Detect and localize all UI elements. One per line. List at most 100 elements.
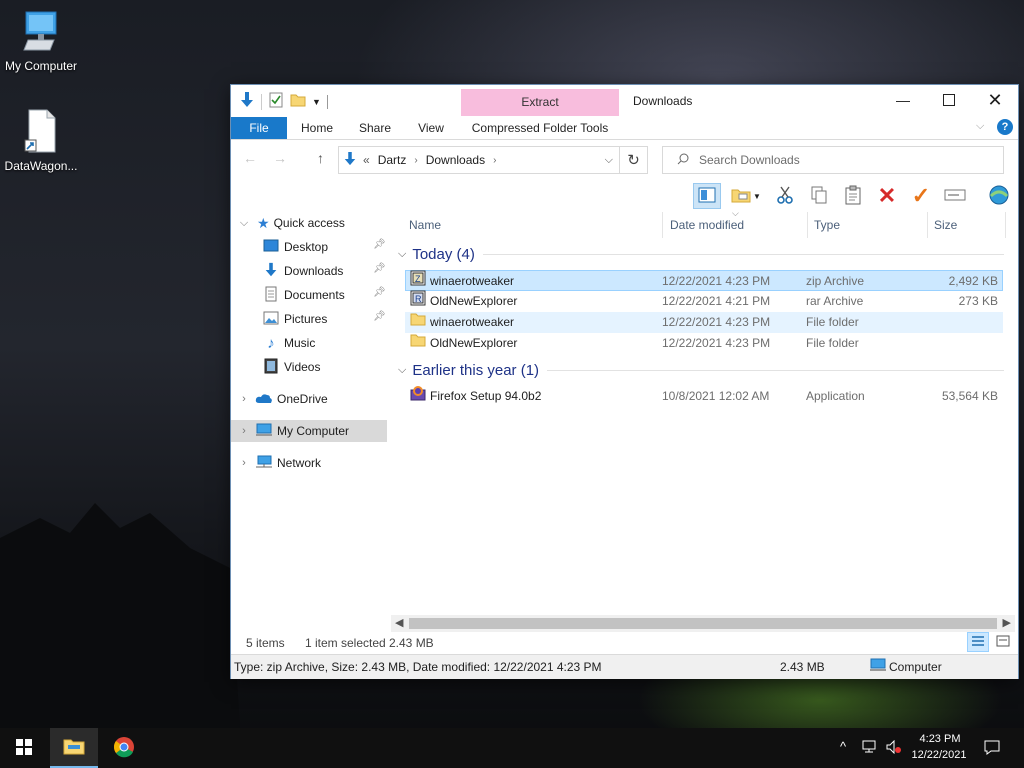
forward-arrow-icon[interactable]: → (273, 150, 287, 166)
chevron-down-icon[interactable]: ⌵ (237, 217, 251, 230)
breadcrumb-downloads[interactable]: Downloads (426, 153, 485, 167)
action-center-icon[interactable] (984, 739, 1000, 758)
window-title: Downloads (633, 94, 693, 108)
breadcrumb-chevron-icon[interactable]: › (493, 155, 496, 166)
show-hidden-icons-chevron-icon[interactable]: ^ (840, 739, 846, 754)
details-location: Computer (889, 660, 942, 674)
table-row[interactable]: Z winaerotweaker 12/22/2021 4:23 PM zip … (405, 270, 1003, 291)
chevron-right-icon[interactable]: › (237, 393, 251, 405)
pin-icon[interactable]: 📌︎ (373, 311, 386, 322)
group-header-today[interactable]: ⌵ Today (4) (398, 246, 1004, 263)
tab-file[interactable]: File (231, 117, 287, 139)
sidebar-item-documents[interactable]: Documents (263, 284, 345, 306)
file-type-cell: rar Archive (806, 294, 864, 308)
scroll-right-icon[interactable]: ▶ (1003, 616, 1011, 629)
desktop-icon-datawagon[interactable]: DataWagon... (0, 108, 82, 173)
sidebar-item-desktop[interactable]: Desktop (263, 236, 328, 258)
new-folder-icon[interactable] (290, 92, 306, 111)
pin-icon[interactable]: 📌︎ (373, 287, 386, 298)
tab-share[interactable]: Share (351, 117, 399, 139)
help-icon[interactable]: ? (997, 119, 1013, 135)
group-label: Today (4) (412, 246, 475, 263)
chevron-right-icon[interactable]: › (237, 425, 251, 437)
sidebar-item-my-computer[interactable]: › My Computer (231, 420, 387, 442)
large-icons-view-button[interactable] (993, 632, 1013, 652)
details-view-button[interactable] (967, 632, 989, 652)
table-row[interactable]: winaerotweaker 12/22/2021 4:23 PM File f… (405, 312, 1003, 333)
scrollbar-thumb[interactable] (409, 618, 997, 629)
sidebar-item-pictures[interactable]: Pictures (263, 308, 327, 330)
volume-muted-icon[interactable] (886, 739, 902, 757)
desktop-icon-label: DataWagon... (4, 159, 78, 173)
chevron-down-icon[interactable]: ▼ (312, 97, 321, 107)
search-box[interactable]: Search Downloads (662, 146, 1004, 174)
table-row[interactable]: R OldNewExplorer 12/22/2021 4:21 PM rar … (405, 290, 1003, 312)
file-size-cell: 273 KB (958, 294, 998, 308)
download-arrow-icon[interactable] (239, 91, 255, 112)
clock-time[interactable]: 4:23 PM (918, 733, 962, 745)
breadcrumb-chevron-icon[interactable]: › (414, 155, 417, 166)
sidebar-item-downloads[interactable]: Downloads (263, 260, 343, 282)
scroll-left-icon[interactable]: ◀ (395, 616, 403, 629)
contextual-tab-extract[interactable]: Extract (461, 89, 619, 116)
address-bar[interactable]: « Dartz › Downloads › ⌵ (338, 146, 620, 174)
preview-pane-button[interactable] (693, 183, 721, 209)
taskbar-file-explorer[interactable] (50, 728, 98, 768)
up-arrow-icon[interactable]: ↑ (317, 150, 324, 166)
file-date-cell: 12/22/2021 4:23 PM (662, 336, 771, 350)
chevron-right-icon[interactable]: › (237, 457, 251, 469)
maximize-button[interactable] (926, 85, 972, 115)
properties-icon[interactable] (268, 92, 284, 111)
folder-options-button[interactable]: ▼ (727, 183, 765, 209)
group-header-earlier-this-year[interactable]: ⌵ Earlier this year (1) (398, 362, 1004, 379)
close-button[interactable]: ✕ (972, 85, 1018, 115)
desktop-icon-my-computer[interactable]: My Computer (0, 10, 82, 73)
table-row[interactable]: OldNewExplorer 12/22/2021 4:23 PM File f… (405, 333, 1003, 354)
ribbon-expand-chevron-icon[interactable]: ⌵ (976, 120, 984, 133)
chevron-down-icon[interactable]: ⌵ (398, 364, 406, 377)
file-list: Name ⌵ Date modified Type Size ⌵ Today (… (391, 208, 1015, 614)
sidebar-item-quick-access[interactable]: ⌵ ★ Quick access (237, 212, 345, 234)
breadcrumb-overflow[interactable]: « (363, 153, 370, 167)
chevron-down-icon[interactable]: ⌵ (398, 248, 406, 261)
file-name-cell: Firefox Setup 94.0b2 (410, 386, 541, 407)
clock-date[interactable]: 12/22/2021 (906, 749, 972, 761)
paste-button[interactable] (839, 183, 867, 209)
tab-view[interactable]: View (407, 117, 455, 139)
sidebar-item-videos[interactable]: Videos (263, 356, 320, 378)
globe-button[interactable] (985, 183, 1013, 209)
sidebar-item-network[interactable]: › Network (237, 452, 321, 474)
cut-button[interactable] (771, 183, 799, 209)
minimize-button[interactable]: — (880, 85, 926, 115)
download-arrow-icon (343, 151, 357, 170)
pin-icon[interactable]: 📌︎ (373, 239, 386, 250)
address-dropdown-chevron-icon[interactable]: ⌵ (605, 154, 613, 167)
delete-button[interactable]: ✕ (873, 183, 901, 209)
table-row[interactable]: Firefox Setup 94.0b2 10/8/2021 12:02 AM … (405, 386, 1003, 407)
chrome-icon (113, 736, 135, 761)
start-button[interactable] (0, 728, 48, 768)
sidebar-item-onedrive[interactable]: › OneDrive (237, 388, 328, 410)
refresh-button[interactable]: ↻ (619, 146, 648, 174)
sidebar-item-music[interactable]: ♪ Music (263, 332, 315, 354)
tab-compressed-folder-tools[interactable]: Compressed Folder Tools (463, 117, 617, 139)
back-arrow-icon[interactable]: ← (243, 150, 257, 166)
rename-button[interactable] (941, 183, 969, 209)
command-toolbar: ▼ ✕ ✓ (693, 182, 1013, 210)
copy-button[interactable] (805, 183, 833, 209)
pin-icon[interactable]: 📌︎ (373, 263, 386, 274)
column-header-date-modified[interactable]: Date modified (666, 212, 808, 238)
column-header-name[interactable]: Name (405, 212, 663, 238)
column-header-size[interactable]: Size (930, 212, 1006, 238)
undo-button[interactable]: ✓ (907, 183, 935, 209)
breadcrumb-dartz[interactable]: Dartz (378, 153, 407, 167)
taskbar-chrome[interactable] (100, 728, 148, 768)
divider (261, 93, 262, 110)
tab-home[interactable]: Home (293, 117, 341, 139)
horizontal-scrollbar[interactable]: ◀ ▶ (391, 615, 1015, 632)
network-status-icon[interactable] (862, 740, 880, 757)
column-header-type[interactable]: Type (810, 212, 928, 238)
folder-icon (410, 311, 426, 334)
selection-details: Type: zip Archive, Size: 2.43 MB, Date m… (234, 660, 602, 674)
network-icon (255, 455, 273, 472)
